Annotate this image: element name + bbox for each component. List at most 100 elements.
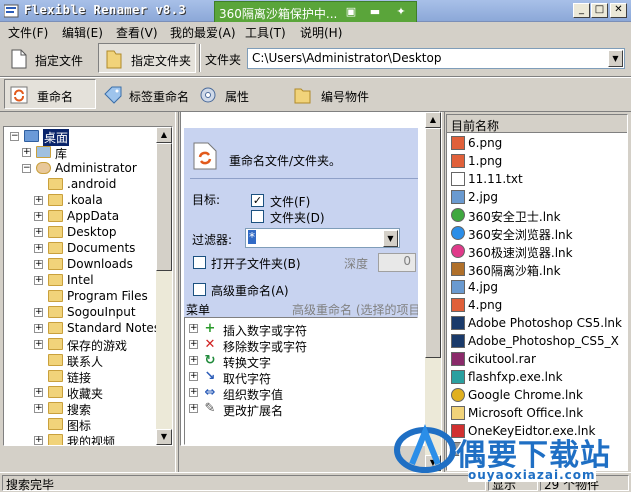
up-arrow-icon[interactable]: ✦ xyxy=(392,5,410,20)
operation-item[interactable]: + ✎ 更改扩展名 xyxy=(185,401,415,418)
number-items-tab-button[interactable]: 编号物件 xyxy=(290,79,378,109)
specify-folder-button[interactable]: 指定文件夹 xyxy=(98,43,196,73)
folder-tree[interactable]: − 桌面 + 库 − Administrator .android + .koala + AppDa… xyxy=(3,126,173,446)
file-row[interactable]: 11.11.txt xyxy=(447,170,627,188)
folder-icon xyxy=(48,210,63,222)
extension-icon: ✎ xyxy=(204,401,216,416)
tree-item-label: 库 xyxy=(55,147,68,161)
expand-icon[interactable]: + xyxy=(34,228,43,237)
menu-tools[interactable]: 工具(T) xyxy=(245,24,286,41)
menu-file[interactable]: 文件(F) xyxy=(8,24,48,41)
file-row[interactable]: 4.png xyxy=(447,296,627,314)
folder-icon[interactable]: ▬ xyxy=(366,5,384,20)
subfolders-checkbox[interactable] xyxy=(193,256,206,269)
360ee-file-icon xyxy=(451,244,465,258)
file-row[interactable]: 4.jpg xyxy=(447,278,627,296)
file-row[interactable]: 360安全浏览器.lnk xyxy=(447,224,627,242)
convert-icon: ↻ xyxy=(204,353,216,368)
advanced-rename-checkbox[interactable] xyxy=(193,283,206,296)
operation-item[interactable]: + + 插入数字或字符 xyxy=(185,321,415,338)
collapse-icon[interactable]: − xyxy=(10,132,19,141)
expand-icon[interactable]: + xyxy=(34,244,43,253)
folder-icon xyxy=(48,306,63,318)
cross-icon: ✕ xyxy=(204,337,216,352)
expand-icon[interactable]: + xyxy=(34,404,43,413)
operations-tree[interactable]: + + 插入数字或字符 + ✕ 移除数字或字符 + ↻ 转换文字 + ↘ 取代字符 + ⇔ 组织数字值 + ✎ 更… xyxy=(184,317,418,445)
operation-item[interactable]: + ✕ 移除数字或字符 xyxy=(185,337,415,354)
folders-checkbox[interactable] xyxy=(251,210,264,223)
expand-icon[interactable]: + xyxy=(189,388,198,397)
file-row[interactable]: 2.jpg xyxy=(447,188,627,206)
operation-item[interactable]: + ↻ 转换文字 xyxy=(185,353,415,370)
jpg-file-icon xyxy=(451,190,465,204)
expand-icon[interactable]: + xyxy=(34,324,43,333)
minimize-button[interactable]: _ xyxy=(573,3,590,18)
expand-icon[interactable]: + xyxy=(34,276,43,285)
expand-icon[interactable]: + xyxy=(34,308,43,317)
expand-icon[interactable]: + xyxy=(189,404,198,413)
left-splitter[interactable] xyxy=(175,112,179,472)
expand-icon[interactable]: + xyxy=(34,260,43,269)
menu-favorites[interactable]: 我的最爱(A) xyxy=(170,24,236,41)
mid-scroll-thumb[interactable] xyxy=(425,128,441,358)
depth-value: 0 xyxy=(403,254,411,268)
user-icon xyxy=(36,162,51,174)
file-row[interactable]: 360隔离沙箱.lnk xyxy=(447,260,627,278)
file-row[interactable]: flashfxp.exe.lnk xyxy=(447,368,627,386)
menu-view[interactable]: 查看(V) xyxy=(116,24,158,41)
filter-dropdown-icon[interactable]: ▼ xyxy=(383,230,398,247)
sandbox-text: 360隔离沙箱保护中... xyxy=(219,7,338,21)
operation-item[interactable]: + ↘ 取代字符 xyxy=(185,369,415,386)
file-row[interactable]: 1.png xyxy=(447,152,627,170)
specify-file-button[interactable]: 指定文件 xyxy=(4,43,94,73)
expand-icon[interactable]: + xyxy=(189,324,198,333)
expand-icon[interactable]: + xyxy=(34,196,43,205)
rename-tab-button[interactable]: 重命名 xyxy=(4,79,96,109)
file-row[interactable]: 360极速浏览器.lnk xyxy=(447,242,627,260)
file-row[interactable]: cikutool.rar xyxy=(447,350,627,368)
current-name-column[interactable]: 目前名称 xyxy=(451,117,499,134)
expand-icon[interactable]: + xyxy=(34,212,43,221)
scroll-thumb[interactable] xyxy=(156,143,172,271)
desktop-icon xyxy=(24,130,39,142)
window-title: Flexible Renamer v8.3 xyxy=(24,3,187,17)
menu-edit[interactable]: 编辑(E) xyxy=(62,24,103,41)
menu-help[interactable]: 说明(H) xyxy=(300,24,342,41)
maximize-button[interactable]: □ xyxy=(591,3,608,18)
file-list-header[interactable]: 目前名称 xyxy=(447,115,627,134)
folder-path-combobox[interactable]: C:\Users\Administrator\Desktop ▼ xyxy=(247,48,625,69)
expand-icon[interactable]: + xyxy=(189,372,198,381)
dropdown-arrow-icon[interactable]: ▼ xyxy=(608,50,623,67)
scroll-up-icon[interactable]: ▲ xyxy=(156,127,172,143)
tree-scrollbar[interactable]: ▲ ▼ xyxy=(156,127,172,445)
sandbox-banner[interactable]: 360隔离沙箱保护中... ▣ ▬ ✦ xyxy=(214,1,417,23)
file-row[interactable]: Adobe Photoshop CS5.lnk xyxy=(447,314,627,332)
number-folder-icon xyxy=(294,88,311,104)
tree-item-label: 链接 xyxy=(67,371,92,385)
tag-rename-tab-button[interactable]: 标签重命名 xyxy=(100,79,194,109)
properties-tab-button[interactable]: 属性 xyxy=(196,79,276,109)
jpg-file-icon xyxy=(451,280,465,294)
file-name: Google Chrome.lnk xyxy=(468,388,583,402)
status-left-text: 搜索完毕 xyxy=(6,478,55,492)
tree-item-label: 保存的游戏 xyxy=(67,339,128,353)
mid-scroll-up-icon[interactable]: ▲ xyxy=(425,112,441,128)
expand-icon[interactable]: + xyxy=(34,388,43,397)
expand-icon[interactable]: + xyxy=(189,340,198,349)
depth-input[interactable]: 0 xyxy=(378,253,416,272)
expand-icon[interactable]: + xyxy=(22,148,31,157)
file-row[interactable]: Google Chrome.lnk xyxy=(447,386,627,404)
operation-item[interactable]: + ⇔ 组织数字值 xyxy=(185,385,415,402)
expand-icon[interactable]: + xyxy=(34,340,43,349)
filter-combobox[interactable]: * ▼ xyxy=(245,228,400,248)
scroll-down-icon[interactable]: ▼ xyxy=(156,429,172,445)
file-row[interactable]: Adobe_Photoshop_CS5_X xyxy=(447,332,627,350)
pin-icon[interactable]: ▣ xyxy=(342,5,360,20)
expand-icon[interactable]: + xyxy=(34,436,43,445)
file-row[interactable]: 360安全卫士.lnk xyxy=(447,206,627,224)
files-checkbox[interactable]: ✓ xyxy=(251,194,264,207)
collapse-icon[interactable]: − xyxy=(22,164,31,173)
file-row[interactable]: 6.png xyxy=(447,134,627,152)
close-button[interactable]: ✕ xyxy=(610,3,627,18)
expand-icon[interactable]: + xyxy=(189,356,198,365)
